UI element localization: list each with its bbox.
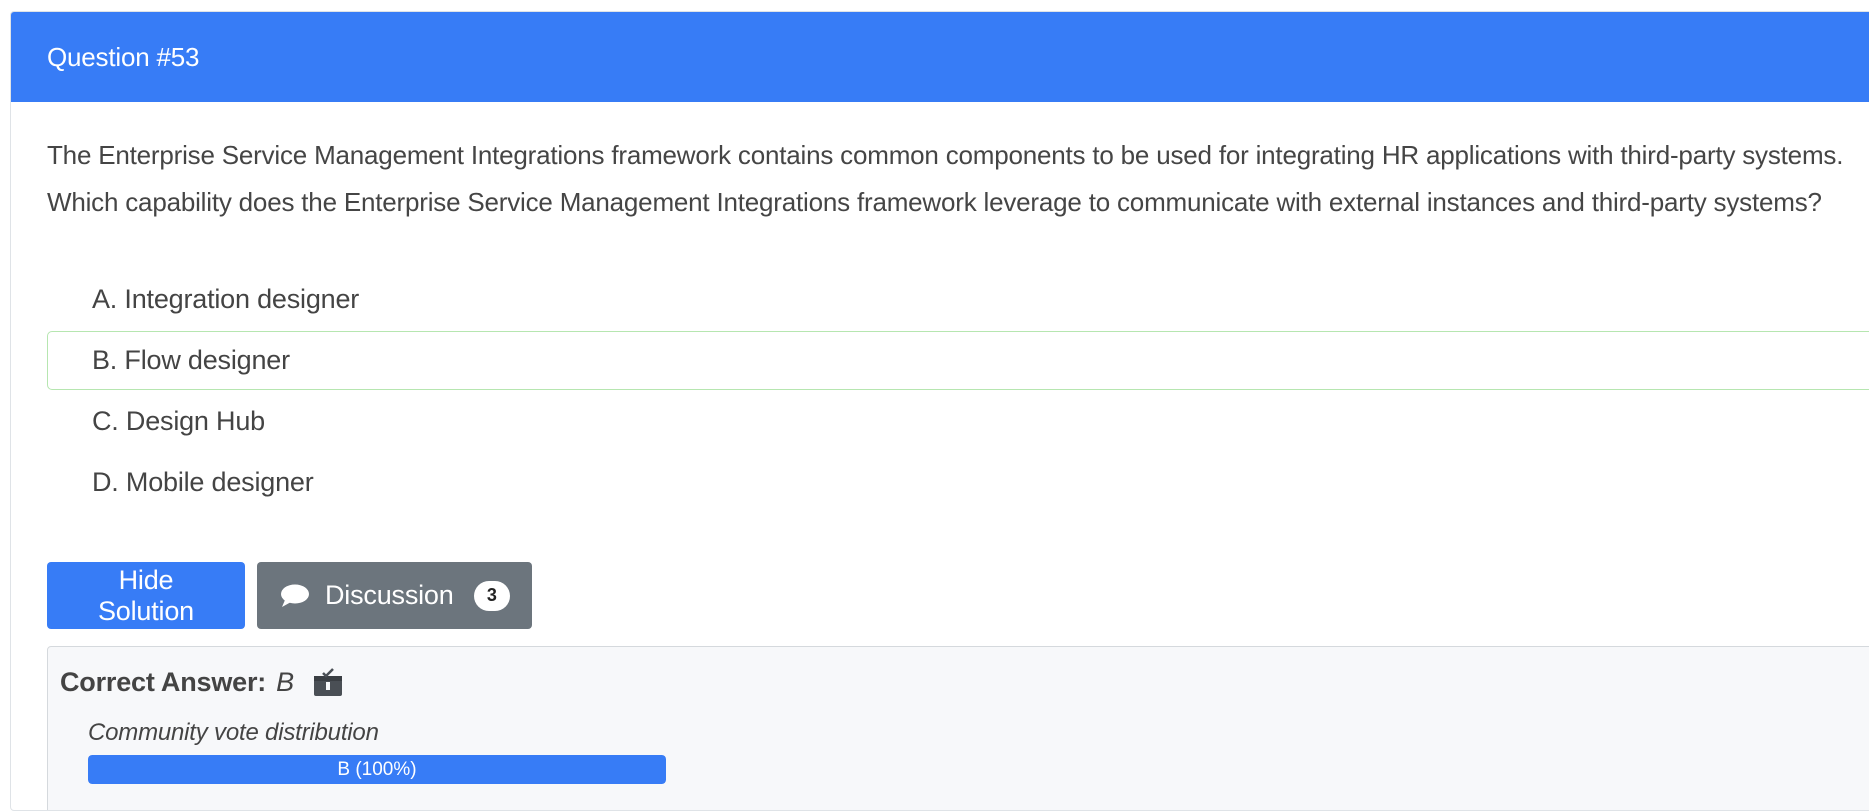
- discussion-count-badge: 3: [473, 580, 510, 611]
- choice-d[interactable]: D. Mobile designer: [47, 453, 1869, 512]
- question-line-1: The Enterprise Service Management Integr…: [47, 140, 1844, 170]
- discussion-button[interactable]: Discussion 3: [257, 562, 532, 629]
- question-header: Question #53: [11, 12, 1869, 102]
- question-card: Question #53 The Enterprise Service Mana…: [10, 11, 1869, 811]
- correct-answer: Correct Answer: B: [60, 667, 1869, 698]
- question-line-2: Which capability does the Enterprise Ser…: [47, 187, 1822, 217]
- reveal-solution-icon[interactable]: [312, 667, 344, 698]
- question-title: Question #53: [47, 41, 200, 72]
- vote-distribution-bar: B (100%): [88, 755, 666, 784]
- answer-box: Correct Answer: B Community vote distrib…: [47, 646, 1869, 810]
- vote-distribution-title: Community vote distribution: [88, 719, 379, 746]
- choice-a[interactable]: A. Integration designer: [47, 270, 1869, 329]
- choice-c[interactable]: C. Design Hub: [47, 392, 1869, 451]
- question-text: The Enterprise Service Management Integr…: [47, 132, 1869, 226]
- choices-list: A. Integration designer B. Flow designer…: [47, 270, 1869, 512]
- question-actions: Hide Solution Discussion 3: [47, 562, 1869, 629]
- correct-answer-value: B: [276, 667, 294, 697]
- vote-bar-b: B (100%): [88, 755, 666, 784]
- correct-answer-label: Correct Answer:: [60, 667, 267, 697]
- hide-solution-button[interactable]: Hide Solution: [47, 562, 245, 629]
- question-body: The Enterprise Service Management Integr…: [11, 132, 1869, 810]
- discussion-label: Discussion: [325, 580, 454, 610]
- speech-bubble-icon: [279, 583, 311, 609]
- choice-b[interactable]: B. Flow designer: [47, 331, 1869, 390]
